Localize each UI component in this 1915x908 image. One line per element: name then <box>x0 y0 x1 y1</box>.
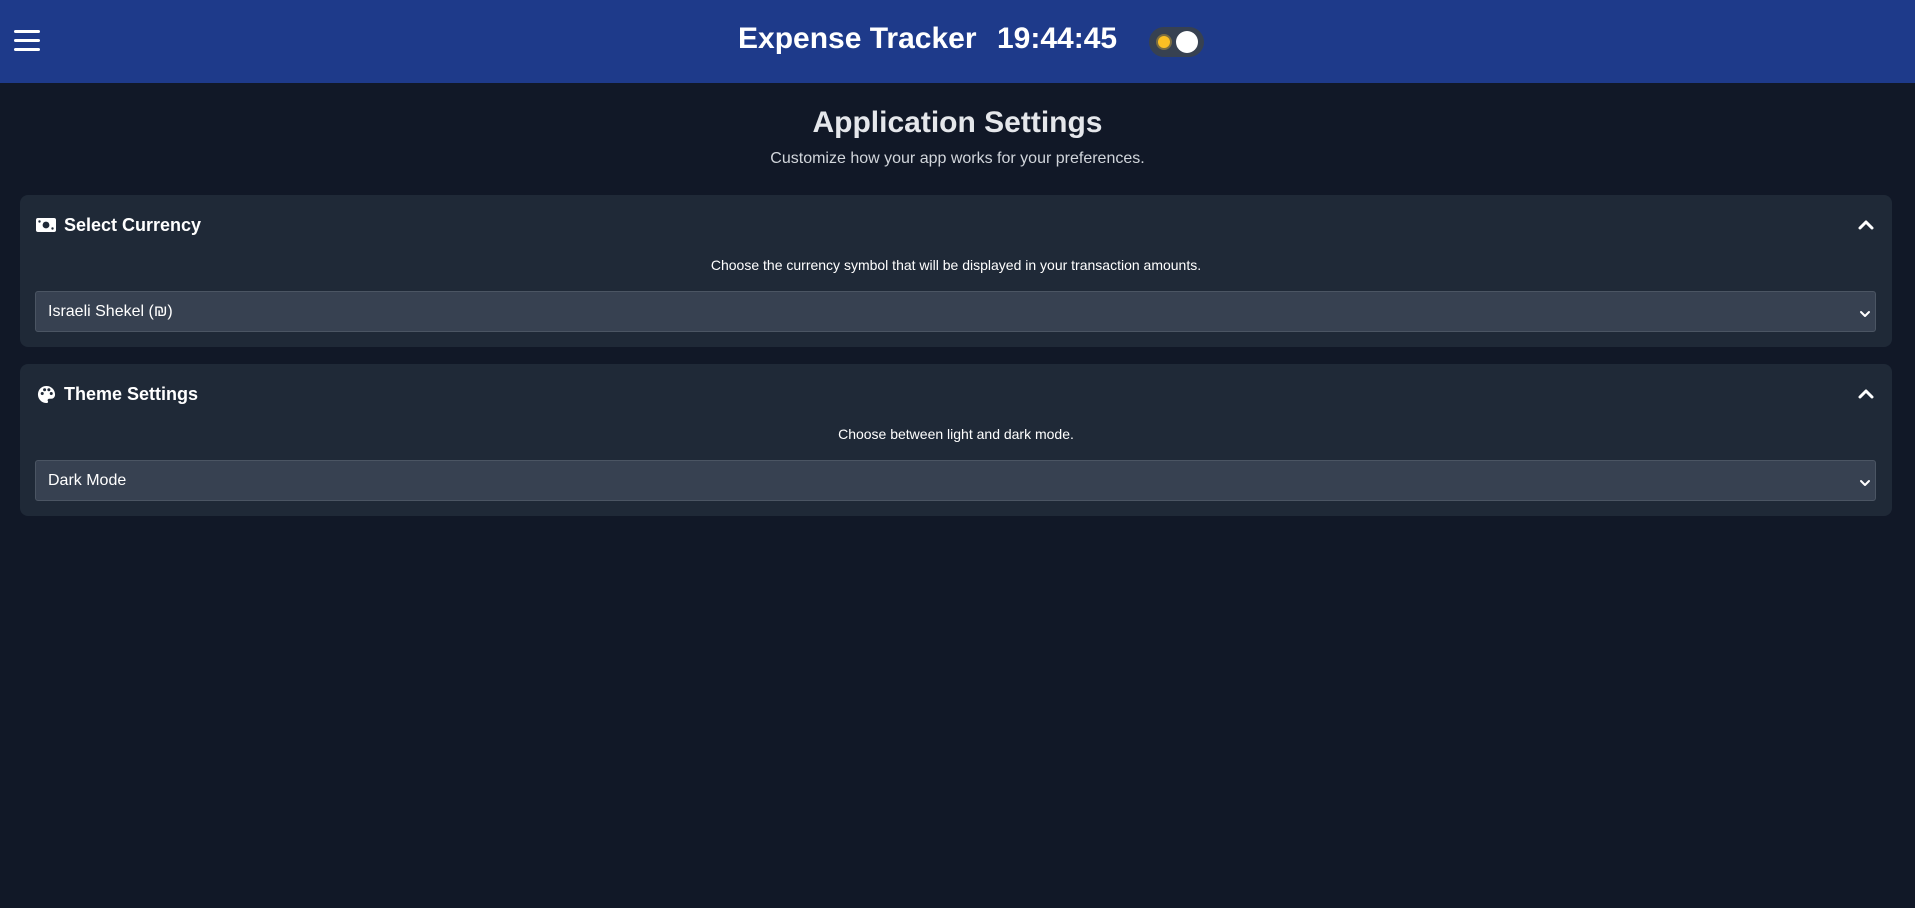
clock: 19:44:45 <box>997 22 1118 55</box>
theme-toggle[interactable] <box>1149 27 1204 57</box>
chevron-up-icon[interactable] <box>1856 384 1876 404</box>
currency-select[interactable]: Israeli Shekel (₪) <box>35 291 1876 332</box>
theme-select[interactable]: Dark Mode <box>35 460 1876 501</box>
theme-settings-card: Theme Settings Choose between light and … <box>20 364 1892 516</box>
app-title: Expense Tracker <box>738 22 977 55</box>
theme-select-value: Dark Mode <box>48 472 127 489</box>
chevron-down-icon <box>1859 476 1871 488</box>
theme-description: Choose between light and dark mode. <box>838 426 1074 442</box>
toggle-knob <box>1176 31 1198 53</box>
hamburger-menu-icon[interactable] <box>14 30 40 52</box>
chevron-up-icon[interactable] <box>1856 215 1876 235</box>
currency-card-title: Select Currency <box>64 214 202 235</box>
currency-select-value: Israeli Shekel (₪) <box>48 303 173 320</box>
money-icon <box>36 215 56 235</box>
page-subtitle: Customize how your app works for your pr… <box>770 150 1145 167</box>
theme-card-header[interactable]: Theme Settings <box>36 381 198 407</box>
currency-description: Choose the currency symbol that will be … <box>710 257 1202 273</box>
palette-icon <box>36 384 56 404</box>
theme-card-title: Theme Settings <box>64 383 199 404</box>
page-title: Application Settings <box>812 106 1103 139</box>
currency-settings-card: Select Currency Choose the currency symb… <box>20 195 1892 347</box>
sun-icon <box>1158 36 1170 48</box>
chevron-down-icon <box>1859 307 1871 319</box>
currency-card-header[interactable]: Select Currency <box>36 212 201 238</box>
top-bar: Expense Tracker 19:44:45 <box>0 0 1915 83</box>
